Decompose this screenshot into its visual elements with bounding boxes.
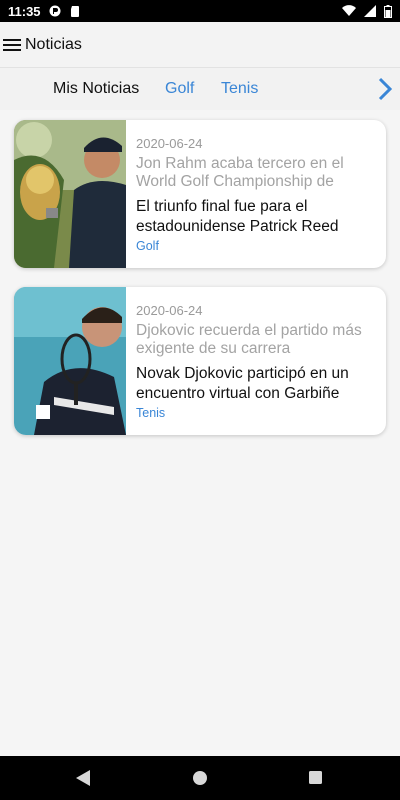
news-date: 2020-06-24 bbox=[136, 136, 203, 151]
news-image-golf bbox=[14, 120, 126, 268]
news-card[interactable]: 2020-06-24 Jon Rahm acaba tercero en el … bbox=[14, 120, 386, 268]
news-card-body: 2020-06-24 Djokovic recuerda el partido … bbox=[126, 287, 386, 435]
news-image-tenis bbox=[14, 287, 126, 435]
category-tabs: Mis Noticias Golf Tenis bbox=[0, 68, 400, 110]
wifi-icon bbox=[342, 5, 356, 17]
news-summary: Novak Djokovic participó en un encuentro… bbox=[136, 365, 349, 402]
system-nav-bar bbox=[0, 756, 400, 800]
app-bar: Noticias bbox=[0, 22, 400, 68]
app-notification-icon bbox=[49, 5, 61, 17]
battery-icon bbox=[384, 4, 392, 18]
menu-icon[interactable] bbox=[3, 37, 23, 53]
news-title: Djokovic recuerda el partido más exigent… bbox=[136, 322, 362, 357]
chevron-right-icon[interactable] bbox=[376, 76, 394, 102]
news-date: 2020-06-24 bbox=[136, 303, 203, 318]
tab-golf[interactable]: Golf bbox=[165, 80, 194, 98]
back-icon[interactable] bbox=[76, 770, 90, 786]
home-icon[interactable] bbox=[193, 771, 207, 785]
news-feed: 2020-06-24 Jon Rahm acaba tercero en el … bbox=[14, 120, 386, 454]
news-title: Jon Rahm acaba tercero en el World Golf … bbox=[136, 155, 344, 190]
news-card-body: 2020-06-24 Jon Rahm acaba tercero en el … bbox=[126, 120, 386, 268]
news-category[interactable]: Tenis bbox=[136, 406, 376, 420]
news-summary: El triunfo final fue para el estadounide… bbox=[136, 198, 339, 235]
status-time: 11:35 bbox=[8, 3, 41, 19]
tab-mis-noticias[interactable]: Mis Noticias bbox=[53, 80, 139, 98]
sd-card-icon bbox=[70, 6, 79, 17]
tab-tenis[interactable]: Tenis bbox=[221, 80, 258, 98]
app-title: Noticias bbox=[25, 35, 82, 53]
status-bar: 11:35 bbox=[0, 0, 400, 22]
signal-icon bbox=[364, 5, 376, 17]
recents-icon[interactable] bbox=[309, 771, 322, 784]
news-category[interactable]: Golf bbox=[136, 239, 376, 253]
news-card[interactable]: 2020-06-24 Djokovic recuerda el partido … bbox=[14, 287, 386, 435]
